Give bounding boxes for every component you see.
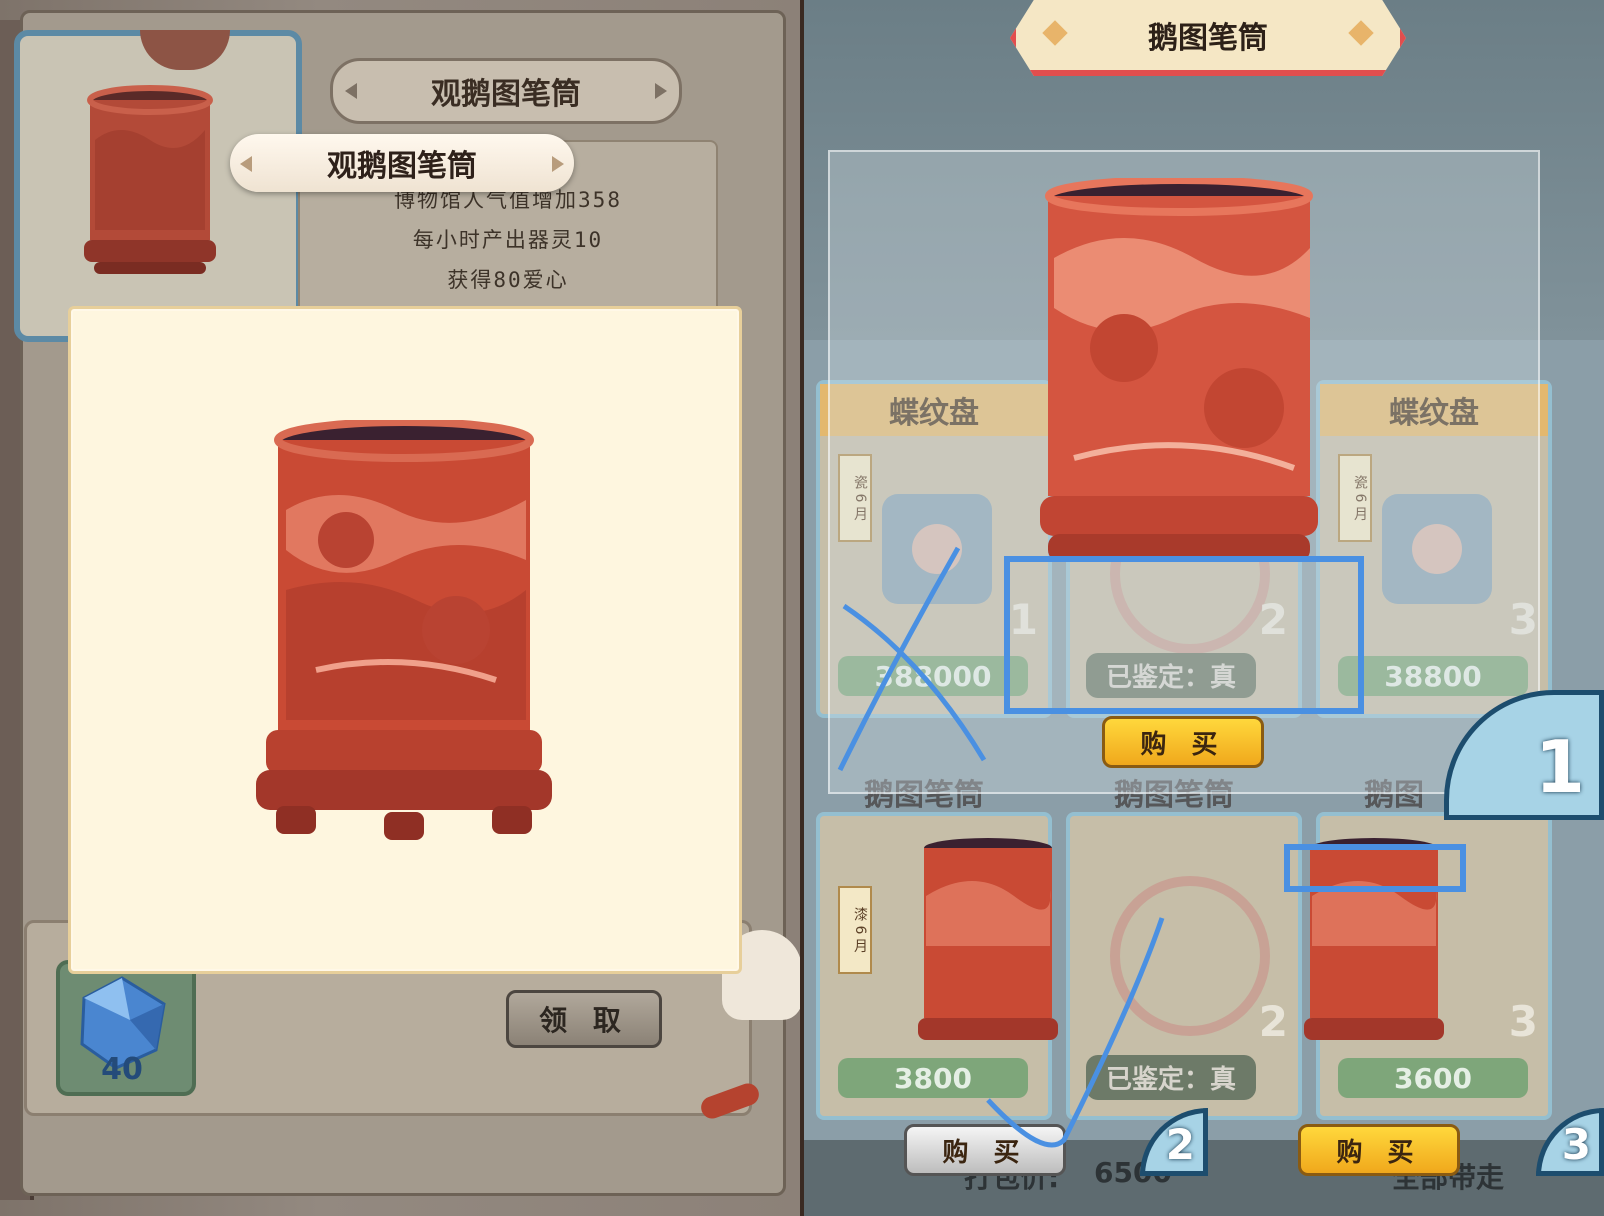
popup-title: 观鹅图笔筒 (327, 149, 477, 184)
item-title: 观鹅图笔筒 (431, 77, 581, 112)
arrow-right-icon (655, 83, 667, 99)
arrow-left-icon (345, 83, 357, 99)
market-panel: 鹅图笔筒 蝶纹盘 瓷 6 月 1 388000 2 已鉴定：真 蝶纹盘 瓷 6 … (804, 0, 1604, 1216)
claim-button[interactable]: 领 取 (506, 990, 662, 1048)
arrow-right-icon (552, 156, 564, 172)
collection-detail-panel: 观鹅图笔筒 博物馆人气值增加358 每小时产出器灵10 获得80爱心 观鹅图笔筒… (0, 0, 800, 1216)
arrow-left-icon (240, 156, 252, 172)
effect-hearts: 获得80爱心 (447, 268, 569, 292)
reward-count: 40 (101, 1052, 143, 1087)
brush-pot-thumbnail (84, 85, 216, 274)
effect-spirit: 每小时产出器灵10 (412, 228, 604, 252)
brush-pot-preview (256, 420, 552, 840)
item-title-banner: 观鹅图笔筒 (330, 58, 682, 124)
popup-title-banner: 观鹅图笔筒 (230, 134, 574, 192)
annotation-strokes (837, 546, 1165, 1148)
card-hanger (140, 30, 230, 70)
